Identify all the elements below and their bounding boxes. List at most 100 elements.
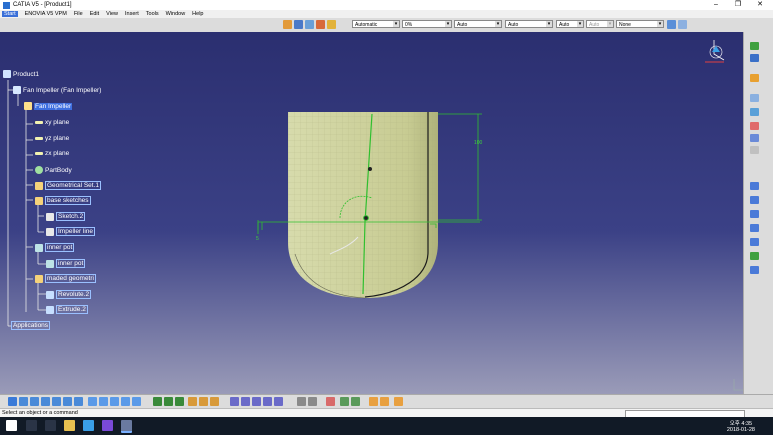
construction-element-icon[interactable] — [351, 397, 360, 406]
tree-node-product[interactable]: Product1 — [3, 70, 39, 78]
circle-icon[interactable] — [750, 196, 759, 204]
view-icon[interactable] — [750, 94, 759, 102]
construction-icon[interactable] — [316, 20, 325, 29]
workbench-icon[interactable] — [750, 74, 759, 82]
tree-node-extrude-2[interactable]: Extrude.2 — [46, 305, 88, 314]
normal-view-icon[interactable] — [74, 397, 83, 406]
menu-insert[interactable]: Insert — [125, 11, 139, 17]
sketch-tool-icon[interactable] — [230, 397, 239, 406]
menu-tools[interactable]: Tools — [146, 11, 159, 17]
law-icon[interactable] — [199, 397, 208, 406]
visualization-icon[interactable] — [394, 397, 403, 406]
edge-browser-icon[interactable] — [83, 420, 94, 431]
tree-node-sketch-2[interactable]: Sketch.2 — [46, 212, 86, 221]
minimize-button[interactable]: – — [705, 0, 727, 10]
sketch-icon[interactable] — [750, 42, 759, 50]
search-icon[interactable] — [26, 420, 37, 431]
tree-node-part-instance[interactable]: Fan Impeller (Fan Impeller) — [13, 86, 101, 94]
tree-node-base-sketches[interactable]: base sketches — [35, 196, 91, 205]
translate-icon[interactable] — [308, 397, 317, 406]
cube-icon[interactable] — [750, 108, 759, 116]
symmetry-icon[interactable] — [297, 397, 306, 406]
tree-node-maded-geometri[interactable]: maded geometri — [35, 274, 96, 283]
line-type-combo[interactable]: Auto ▾ — [505, 20, 553, 28]
task-view-icon[interactable] — [45, 420, 56, 431]
compass-widget[interactable] — [705, 40, 725, 63]
rectangle-icon[interactable] — [750, 182, 759, 190]
line-icon[interactable] — [750, 122, 759, 130]
menu-window[interactable]: Window — [166, 11, 186, 17]
tree-node-inner-pot-set[interactable]: inner pot — [35, 243, 75, 252]
tree-node-yz-plane[interactable]: yz plane — [35, 135, 69, 142]
tree-node-impeller-line[interactable]: Impeller line — [46, 227, 96, 236]
zoom-in-icon[interactable] — [52, 397, 61, 406]
cut-part-icon[interactable] — [241, 397, 250, 406]
snap-point-icon[interactable] — [305, 20, 314, 29]
tree-node-revolute-2[interactable]: Revolute.2 — [46, 290, 92, 299]
layer-filter-combo[interactable]: None ▾ — [616, 20, 664, 28]
conic-icon[interactable] — [750, 238, 759, 246]
axis-icon[interactable] — [750, 252, 759, 260]
impeller-part-model[interactable] — [288, 112, 438, 299]
windows-start-icon[interactable] — [6, 420, 17, 431]
measure-icon[interactable] — [153, 397, 162, 406]
profile-icon[interactable] — [750, 134, 759, 142]
rotate-icon[interactable] — [41, 397, 50, 406]
offset-icon[interactable] — [274, 397, 283, 406]
menu-enovia[interactable]: ENOVIA V5 VPM — [25, 11, 67, 17]
tree-node-partbody[interactable]: PartBody — [35, 166, 72, 174]
line-thickness-combo[interactable]: Auto ▾ — [454, 20, 502, 28]
tree-node-inner-pot-surface[interactable]: inner pot — [46, 259, 86, 268]
pan-icon[interactable] — [30, 397, 39, 406]
formula-icon[interactable] — [188, 397, 197, 406]
3d-viewport[interactable]: 100 5 Product1 Fan Impeller (Fan Impelle… — [0, 32, 744, 394]
menu-view[interactable]: View — [106, 11, 118, 17]
menu-edit[interactable]: Edit — [90, 11, 99, 17]
file-explorer-icon[interactable] — [64, 420, 75, 431]
close-button[interactable]: ✕ — [749, 0, 771, 10]
tree-node-part[interactable]: Fan Impeller — [24, 102, 73, 110]
menu-file[interactable]: File — [74, 11, 83, 17]
iso-view-icon[interactable] — [88, 397, 97, 406]
spline-icon[interactable] — [750, 210, 759, 218]
point-type-combo[interactable]: Auto ▾ — [556, 20, 584, 28]
trim-icon[interactable] — [326, 397, 335, 406]
table-icon[interactable] — [294, 20, 303, 29]
exit-workbench-icon[interactable] — [750, 54, 759, 62]
zoom-out-icon[interactable] — [63, 397, 72, 406]
render-icon[interactable] — [132, 397, 141, 406]
constraint-icon[interactable] — [750, 146, 759, 154]
tree-node-xy-plane[interactable]: xy plane — [35, 119, 69, 126]
analysis-icon[interactable] — [175, 397, 184, 406]
fly-mode-icon[interactable] — [8, 397, 17, 406]
swap-visible-icon[interactable] — [121, 397, 130, 406]
restore-button[interactable]: ❐ — [727, 0, 749, 10]
tree-node-zx-plane[interactable]: zx plane — [35, 150, 69, 157]
geometric-constraint-icon[interactable] — [327, 20, 336, 29]
paint-brush-icon[interactable] — [667, 20, 676, 29]
properties-icon[interactable] — [678, 20, 687, 29]
fit-all-icon[interactable] — [19, 397, 28, 406]
shading-icon[interactable] — [99, 397, 108, 406]
point-icon[interactable] — [750, 266, 759, 274]
grid-icon[interactable] — [283, 20, 292, 29]
layer-combo[interactable]: Automatic ▾ — [352, 20, 400, 28]
catia-taskbar-icon[interactable] — [121, 420, 132, 433]
constraint-tool-icon[interactable] — [164, 397, 173, 406]
geometric-constraints-icon[interactable] — [369, 397, 378, 406]
visual-studio-icon[interactable] — [102, 420, 113, 431]
system-clock[interactable]: 오후 4:35 2018-01-28 — [727, 419, 755, 433]
tree-node-geometrical-set-1[interactable]: Geometrical Set.1 — [35, 181, 102, 190]
intersection-icon[interactable] — [263, 397, 272, 406]
menu-help[interactable]: Help — [192, 11, 203, 17]
arc-icon[interactable] — [750, 224, 759, 232]
transparency-combo[interactable]: 0% ▾ — [402, 20, 452, 28]
rendering-combo[interactable]: Auto ▾ — [586, 20, 614, 28]
design-table-icon[interactable] — [210, 397, 219, 406]
projection-icon[interactable] — [252, 397, 261, 406]
menu-start[interactable]: Start — [2, 11, 18, 17]
grid-snap-icon[interactable] — [340, 397, 349, 406]
tree-node-applications[interactable]: Applications — [11, 321, 51, 330]
hide-show-icon[interactable] — [110, 397, 119, 406]
dimensional-constraints-icon[interactable] — [380, 397, 389, 406]
